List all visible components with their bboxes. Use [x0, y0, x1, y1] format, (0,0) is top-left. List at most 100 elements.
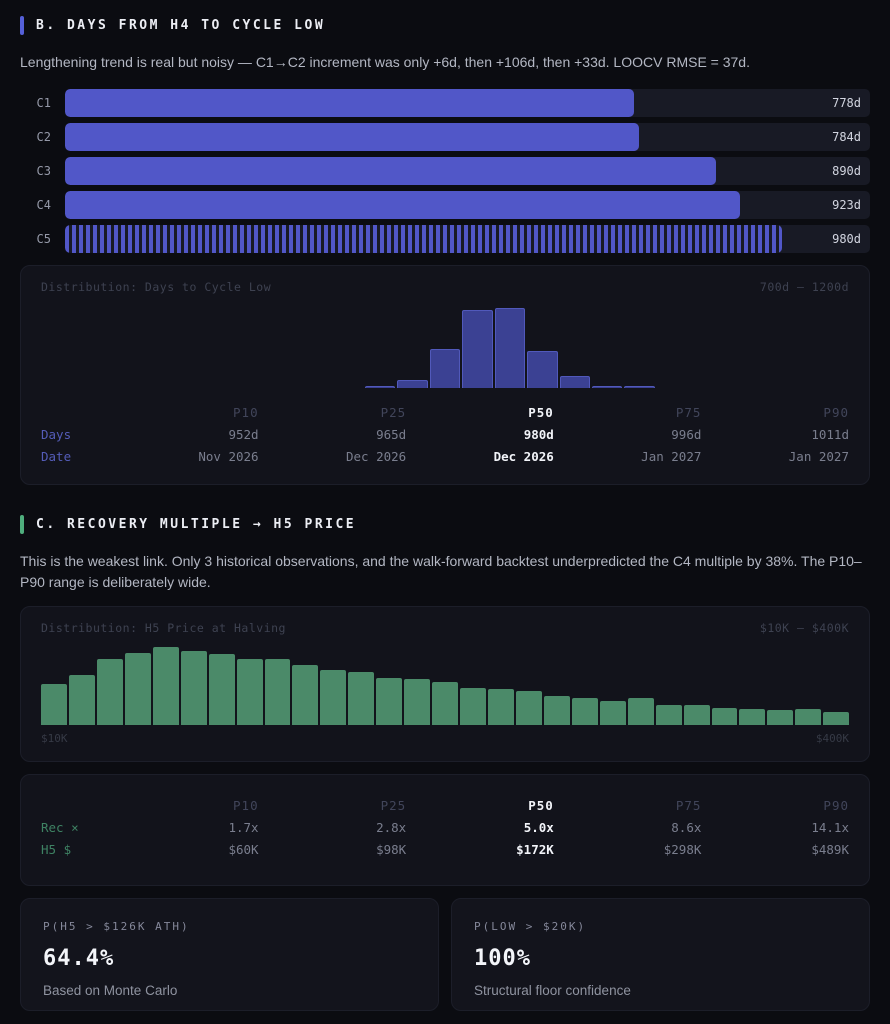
cycle-bar-value: 890d [832, 163, 861, 178]
histogram-bar [432, 682, 459, 726]
histogram-bar [494, 307, 526, 388]
cycle-label: C5 [36, 231, 51, 246]
section-c-title: C. RECOVERY MULTIPLE → H5 PRICE [36, 516, 357, 532]
price-distribution-panel: Distribution: H5 Price at Halving $10K —… [20, 606, 870, 763]
section-c-header: C. RECOVERY MULTIPLE → H5 PRICE [20, 514, 870, 534]
histogram-bar [208, 654, 235, 726]
histogram-bin [494, 307, 526, 388]
percentile-value: 2.8x [376, 820, 407, 836]
histogram-bin [599, 701, 626, 726]
histogram-bin [823, 712, 850, 726]
row-label: Date [41, 448, 72, 464]
histogram-bar [711, 708, 738, 726]
histogram-bar [543, 696, 570, 726]
histogram-bar [559, 375, 590, 388]
section-recovery-multiple: C. RECOVERY MULTIPLE → H5 PRICE This is … [20, 514, 870, 1012]
histogram-bin [429, 348, 461, 388]
percentile-value: 952d [228, 426, 259, 442]
cycle-bar-fill [65, 190, 741, 219]
days-distribution-range: 700d — 1200d [759, 279, 849, 294]
card-ath-label: P(H5 > $126K ATH) [43, 920, 190, 934]
histogram-bin [460, 688, 486, 726]
histogram-bin [180, 651, 207, 726]
card-ath-probability: P(H5 > $126K ATH) 64.4% Based on Monte C… [20, 898, 439, 1012]
percentile-value: 1.7x [228, 820, 259, 836]
price-histogram-axis: $10K $400K [41, 732, 849, 745]
cycle-bar-row: C4 923d [20, 190, 870, 219]
card-ath-caption: Based on Monte Carlo [43, 983, 178, 999]
percentile-value: Jan 2027 [641, 448, 702, 464]
percentile-value: $172K [516, 842, 554, 858]
cycle-bar-value: 778d [832, 95, 861, 110]
histogram-bin [795, 709, 822, 726]
percentile-header: P75 [675, 798, 702, 814]
cycle-bar-value: 923d [832, 197, 861, 212]
percentile-value: 996d [671, 426, 702, 442]
histogram-bar [404, 679, 431, 726]
days-distribution-title: Distribution: Days to Cycle Low [41, 279, 272, 294]
histogram-bar [376, 678, 403, 726]
cycle-bar-projected [65, 224, 783, 253]
histogram-bin [711, 708, 738, 726]
histogram-bar [124, 653, 151, 726]
histogram-bar [429, 348, 461, 388]
histogram-bar [767, 710, 794, 726]
histogram-bar [739, 709, 766, 726]
histogram-bin [68, 675, 95, 726]
section-c-subtitle: This is the weakest link. Only 3 histori… [20, 552, 862, 591]
histogram-bin [515, 691, 542, 726]
histogram-bin [208, 654, 235, 726]
histogram-bar [488, 689, 514, 726]
histogram-bin [404, 679, 431, 726]
days-histogram [41, 304, 849, 388]
histogram-bar [180, 651, 207, 726]
percentile-header: P75 [675, 404, 702, 420]
histogram-bin [462, 309, 493, 388]
histogram-bin [397, 379, 428, 388]
histogram-bin [320, 670, 347, 726]
histogram-bar [599, 701, 626, 726]
histogram-bar [460, 688, 486, 726]
card-floor-label: P(LOW > $20K) [474, 920, 587, 934]
histogram-bin [376, 678, 403, 726]
cycle-bar-value: 784d [832, 129, 861, 144]
histogram-bin [488, 689, 514, 726]
percentile-header: P10 [233, 798, 259, 814]
histogram-bin [236, 659, 263, 726]
histogram-bar [348, 672, 375, 726]
days-distribution-panel: Distribution: Days to Cycle Low 700d — 1… [20, 264, 870, 485]
percentile-value: $489K [811, 842, 849, 858]
axis-label-min: $10K [41, 732, 68, 746]
histogram-bin [264, 659, 291, 726]
price-distribution-range: $10K — $400K [759, 621, 849, 636]
probability-cards: P(H5 > $126K ATH) 64.4% Based on Monte C… [20, 898, 870, 1012]
section-b-header: B. DAYS FROM H4 TO CYCLE LOW [20, 16, 870, 35]
percentile-value: Dec 2026 [345, 448, 407, 464]
histogram-bin [571, 698, 598, 726]
cycle-bar-track: 923d [65, 190, 870, 219]
card-floor-probability: P(LOW > $20K) 100% Structural floor conf… [451, 898, 870, 1012]
histogram-bin [627, 698, 654, 726]
section-b-title: B. DAYS FROM H4 TO CYCLE LOW [36, 18, 326, 33]
card-ath-value: 64.4% [43, 946, 115, 972]
histogram-bar [627, 698, 654, 726]
price-distribution-header: Distribution: H5 Price at Halving $10K —… [41, 621, 849, 635]
days-percentile-table: P10 P25 P50 P75 P90 Days 952d 965d 980d 996d 1011d… [41, 402, 849, 468]
cycle-bar-track: 778d [65, 88, 870, 117]
histogram-bin [591, 385, 623, 388]
histogram-bar [795, 709, 822, 726]
cycle-bar-value: 980d [832, 231, 861, 246]
histogram-bin [655, 705, 682, 726]
histogram-bar [397, 379, 428, 388]
percentile-header: P25 [380, 404, 407, 420]
cycle-length-bar-chart: C1 778d C2 784d C3 890d C4 923d C5 980d [20, 88, 870, 253]
histogram-bar [292, 665, 319, 726]
price-distribution-title: Distribution: H5 Price at Halving [41, 621, 286, 636]
cycle-bar-fill [65, 88, 635, 117]
histogram-bar [683, 705, 710, 726]
row-label: H5 $ [41, 842, 72, 858]
section-days-from-h4-to-cycle-low: B. DAYS FROM H4 TO CYCLE LOW Lengthening… [20, 16, 870, 485]
cycle-bar-fill [65, 156, 717, 185]
histogram-bin [683, 705, 710, 726]
percentile-value: 965d [376, 426, 407, 442]
